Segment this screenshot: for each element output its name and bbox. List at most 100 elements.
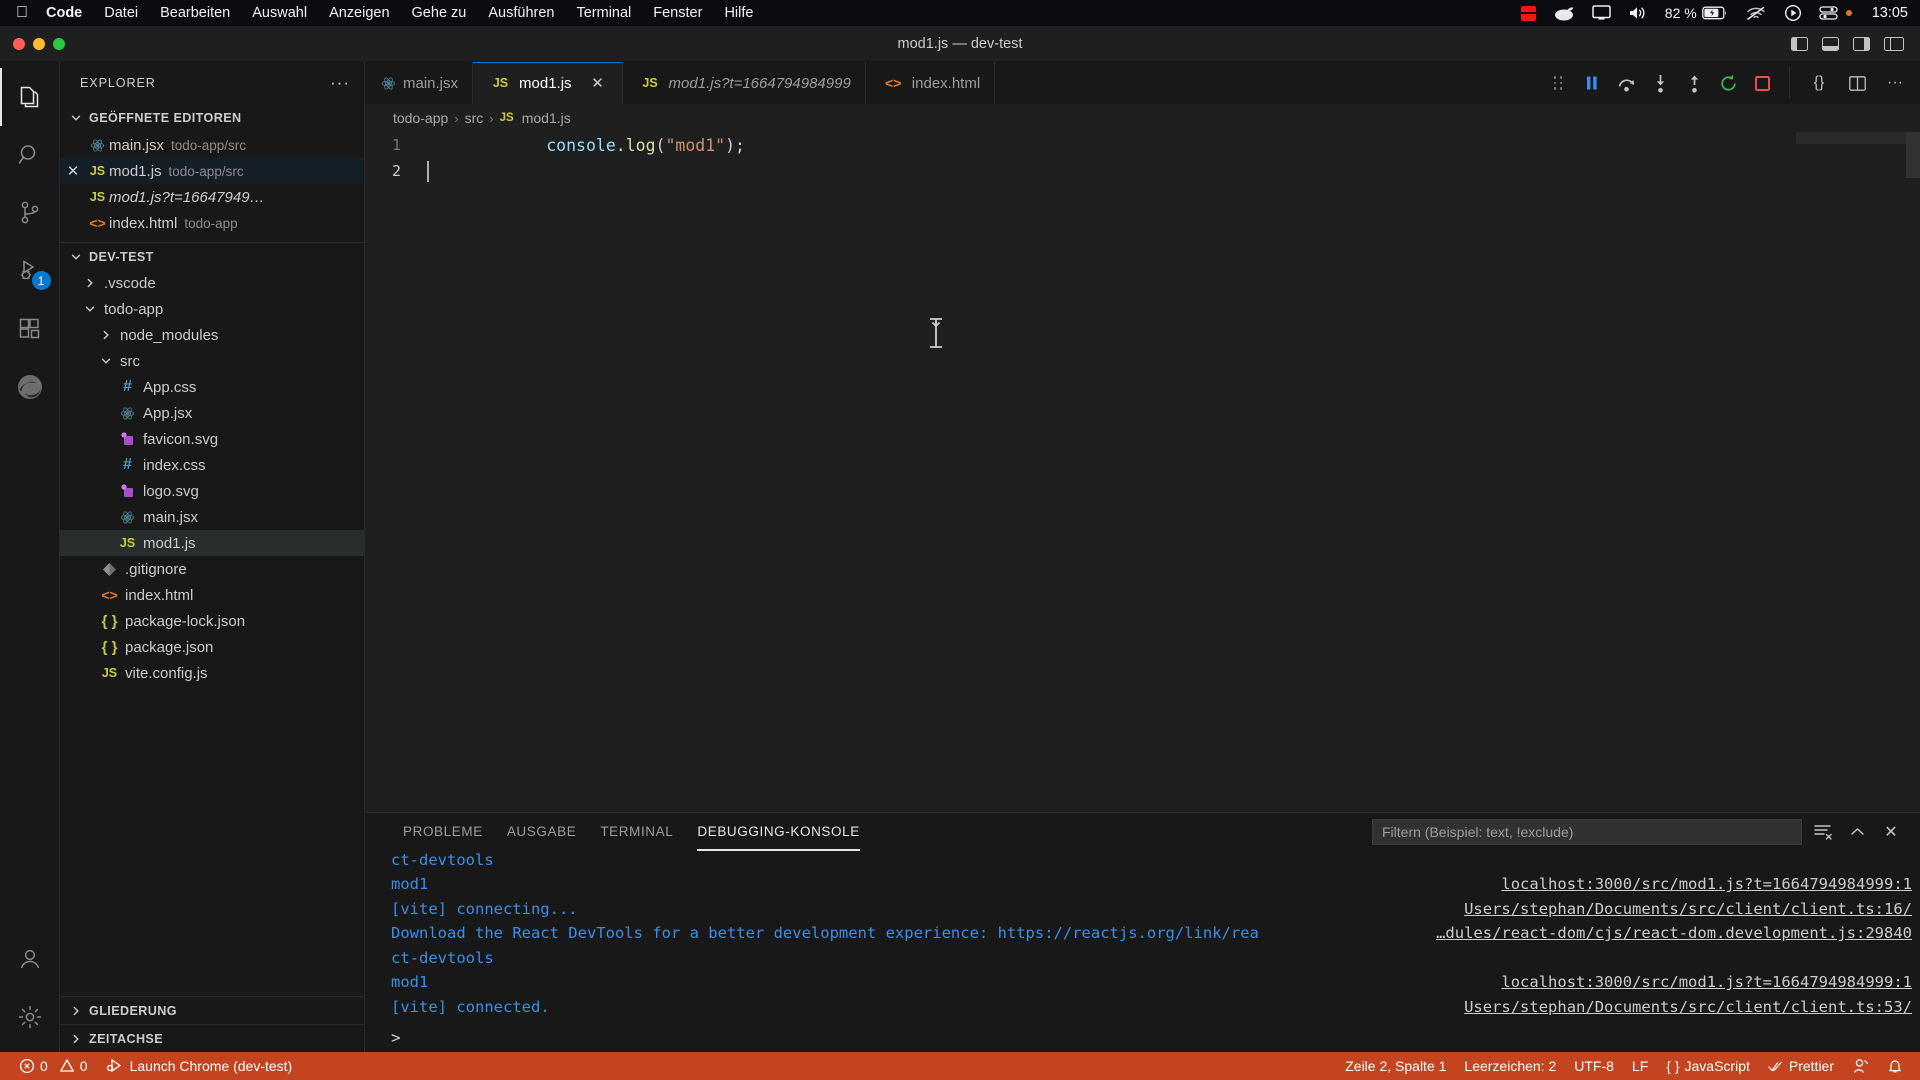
- debug-console-output[interactable]: ct-devtools mod1 localhost:3000/src/mod1…: [365, 851, 1920, 1053]
- tree-item-main-jsx[interactable]: main.jsx: [60, 504, 364, 530]
- console-source-link[interactable]: Users/stephan/Documents/src/client/clien…: [1464, 998, 1912, 1016]
- menu-bearbeiten[interactable]: Bearbeiten: [160, 5, 230, 21]
- toggle-panel-icon[interactable]: [1822, 36, 1839, 51]
- console-input[interactable]: >: [365, 1022, 1920, 1052]
- tab-main-jsx[interactable]: main.jsx: [365, 62, 474, 104]
- restart-icon[interactable]: [1711, 67, 1745, 99]
- step-over-icon[interactable]: [1609, 67, 1643, 99]
- open-editor-index-html[interactable]: <> index.html todo-app: [60, 210, 364, 236]
- console-source-link[interactable]: Users/stephan/Documents/src/client/clien…: [1464, 900, 1912, 918]
- tab-index-html[interactable]: <> index.html: [866, 62, 996, 104]
- maximize-button[interactable]: [53, 37, 65, 50]
- section-open-editors-header[interactable]: GEÖFFNETE EDITOREN: [60, 104, 364, 132]
- pause-icon[interactable]: [1575, 67, 1609, 99]
- apple-icon[interactable]: : [16, 5, 28, 21]
- editor-scrollbar[interactable]: [1906, 132, 1920, 178]
- sidebar-item-source-control[interactable]: [0, 184, 60, 242]
- menu-code[interactable]: Code: [46, 5, 82, 21]
- close-button[interactable]: [13, 37, 25, 50]
- sidebar-item-run-and-debug[interactable]: 1: [0, 242, 60, 300]
- minimize-button[interactable]: [33, 37, 45, 50]
- sidebar-item-extensions[interactable]: [0, 300, 60, 358]
- code-editor[interactable]: 1 console.log("mod1"); 2: [365, 132, 1920, 812]
- menu-anzeigen[interactable]: Anzeigen: [329, 5, 389, 21]
- tree-item-mod1-js[interactable]: JS mod1.js: [60, 530, 364, 556]
- run-icon[interactable]: {}: [1802, 67, 1836, 99]
- console-source-link[interactable]: localhost:3000/src/mod1.js?t=16647949849…: [1501, 973, 1912, 991]
- drag-handle-icon[interactable]: [1541, 67, 1575, 99]
- tree-item-logo-svg[interactable]: logo.svg: [60, 478, 364, 504]
- tree-item-index-css[interactable]: # index.css: [60, 452, 364, 478]
- open-editor-mod1-js[interactable]: ✕ JS mod1.js todo-app/src: [60, 158, 364, 184]
- customize-layout-icon[interactable]: [1884, 36, 1904, 51]
- spotlight-icon[interactable]: [1784, 4, 1802, 22]
- toggle-secondary-sidebar-icon[interactable]: [1853, 36, 1870, 51]
- clear-console-icon[interactable]: [1810, 819, 1836, 845]
- sidebar-item-manage[interactable]: [0, 988, 60, 1046]
- tree-item-package-json[interactable]: { } package.json: [60, 634, 364, 660]
- wacom-icon[interactable]: [1553, 6, 1575, 21]
- status-encoding[interactable]: UTF-8: [1565, 1052, 1623, 1080]
- more-actions-icon[interactable]: ···: [1878, 67, 1912, 99]
- open-editor-mod1-js-query[interactable]: JS mod1.js?t=16647949…: [60, 184, 364, 210]
- tree-item-src[interactable]: src: [60, 348, 364, 374]
- menu-terminal[interactable]: Terminal: [576, 5, 631, 21]
- close-icon[interactable]: ✕: [588, 74, 608, 92]
- tab-mod1-js[interactable]: JS mod1.js ✕: [473, 62, 623, 104]
- menu-auswahl[interactable]: Auswahl: [252, 5, 307, 21]
- tree-item-package-lock-json[interactable]: { } package-lock.json: [60, 608, 364, 634]
- menu-fenster[interactable]: Fenster: [653, 5, 702, 21]
- minimap-slider[interactable]: [1796, 132, 1906, 144]
- menu-datei[interactable]: Datei: [104, 5, 138, 21]
- tree-item-app-jsx[interactable]: App.jsx: [60, 400, 364, 426]
- status-eol[interactable]: LF: [1623, 1052, 1657, 1080]
- tab-debugging-konsole[interactable]: DEBUGGING-KONSOLE: [685, 813, 871, 851]
- menu-ausfuehren[interactable]: Ausführen: [488, 5, 554, 21]
- status-language-mode[interactable]: { } JavaScript: [1657, 1052, 1759, 1080]
- tree-item-app-css[interactable]: # App.css: [60, 374, 364, 400]
- tab-terminal[interactable]: TERMINAL: [588, 813, 685, 851]
- section-outline-header[interactable]: GLIEDERUNG: [60, 996, 364, 1024]
- tree-item-gitignore[interactable]: .gitignore: [60, 556, 364, 582]
- menu-hilfe[interactable]: Hilfe: [724, 5, 753, 21]
- display-icon[interactable]: [1592, 5, 1611, 21]
- tab-mod1-js-query[interactable]: JS mod1.js?t=1664794984999: [623, 62, 866, 104]
- sidebar-item-search[interactable]: [0, 126, 60, 184]
- wifi-off-icon[interactable]: [1745, 5, 1767, 21]
- console-source-link[interactable]: …dules/react-dom/cjs/react-dom.developme…: [1436, 924, 1912, 942]
- tree-item-todo-app[interactable]: todo-app: [60, 296, 364, 322]
- status-prettier[interactable]: Prettier: [1759, 1052, 1843, 1080]
- menubar-clock[interactable]: 13:05: [1872, 5, 1908, 21]
- tree-item-node-modules[interactable]: node_modules: [60, 322, 364, 348]
- status-problems[interactable]: 0 0: [10, 1052, 97, 1080]
- section-timeline-header[interactable]: ZEITACHSE: [60, 1024, 364, 1052]
- breadcrumb-mod1-js[interactable]: mod1.js: [522, 110, 571, 126]
- breadcrumb-todo-app[interactable]: todo-app: [393, 110, 448, 126]
- tab-probleme[interactable]: PROBLEME: [391, 813, 495, 851]
- status-indentation[interactable]: Leerzeichen: 2: [1455, 1052, 1565, 1080]
- open-editor-main-jsx[interactable]: main.jsx todo-app/src: [60, 132, 364, 158]
- maximize-panel-icon[interactable]: [1844, 819, 1870, 845]
- control-center-icon[interactable]: [1819, 5, 1852, 21]
- close-panel-icon[interactable]: ✕: [1878, 819, 1904, 845]
- close-icon[interactable]: ✕: [60, 162, 86, 180]
- tree-item-vscode[interactable]: .vscode: [60, 270, 364, 296]
- sidebar-item-explorer[interactable]: [0, 68, 60, 126]
- battery-indicator[interactable]: 82 %: [1665, 5, 1728, 21]
- console-source-link[interactable]: localhost:3000/src/mod1.js?t=16647949849…: [1501, 875, 1912, 893]
- sidebar-item-accounts[interactable]: [0, 930, 60, 988]
- step-into-icon[interactable]: [1643, 67, 1677, 99]
- volume-icon[interactable]: [1628, 5, 1648, 21]
- stop-icon[interactable]: [1745, 67, 1779, 99]
- status-debug-launch[interactable]: Launch Chrome (dev-test): [97, 1052, 302, 1080]
- section-workspace-header[interactable]: DEV-TEST: [60, 242, 364, 270]
- breadcrumb-src[interactable]: src: [465, 110, 484, 126]
- tree-item-index-html[interactable]: <> index.html: [60, 582, 364, 608]
- menu-gehe-zu[interactable]: Gehe zu: [412, 5, 467, 21]
- step-out-icon[interactable]: [1677, 67, 1711, 99]
- sidebar-item-browser-preview[interactable]: [0, 358, 60, 416]
- filter-input[interactable]: Filtern (Beispiel: text, !exclude): [1372, 818, 1802, 845]
- toggle-primary-sidebar-icon[interactable]: [1791, 36, 1808, 51]
- status-notifications[interactable]: [1878, 1052, 1912, 1080]
- sidebar-more-actions-icon[interactable]: ···: [330, 73, 350, 93]
